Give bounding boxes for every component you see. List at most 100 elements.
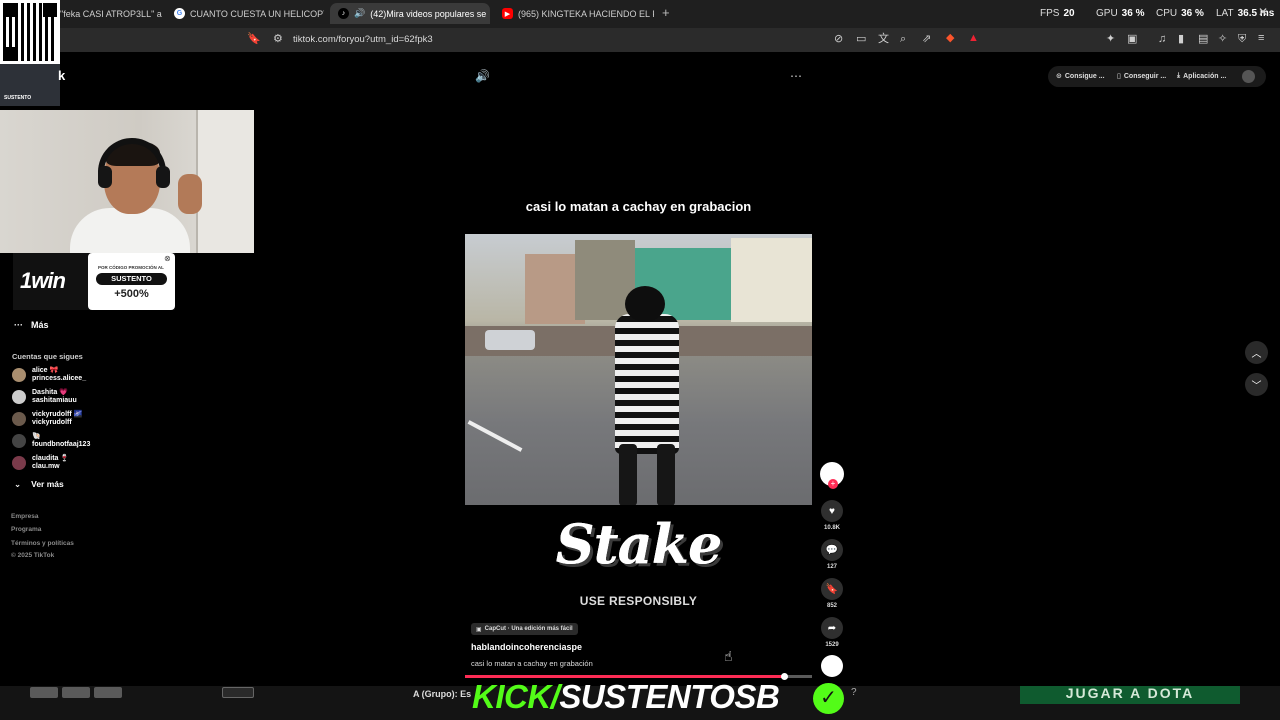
heart-icon: ♥ <box>821 500 843 522</box>
hand-cursor-icon: ☝ <box>724 648 733 664</box>
tab-1[interactable]: G CUANTO CUESTA UN HELICOPTERO <box>166 3 324 24</box>
new-tab-icon[interactable]: + <box>662 5 670 20</box>
url-text[interactable]: tiktok.com/foryou?utm_id=62fpk3 <box>293 34 433 45</box>
tab-3-label: (965) KINGTEKA HACIENDO EL PAPU <box>518 8 654 19</box>
comment-count: 127 <box>826 564 837 570</box>
sidebar-more[interactable]: ··· Más <box>14 320 49 330</box>
music-disc-button[interactable] <box>820 655 844 677</box>
share-count: 1529 <box>825 642 839 648</box>
tab-3[interactable]: ▶ (965) KINGTEKA HACIENDO EL PAPU <box>494 3 654 24</box>
brave-shield-icon[interactable]: ◆ <box>946 33 954 44</box>
taskbar-thumb <box>62 687 90 698</box>
comment-button[interactable]: 💬 127 <box>820 539 844 570</box>
following-account-3[interactable]: 🐚 foundbnotfaaj123 <box>12 433 90 449</box>
tiktok-icon: ♪ <box>338 8 349 19</box>
cpu-stat: CPU 36 % <box>1156 8 1204 19</box>
chevron-up-icon: ︿ <box>1251 349 1262 360</box>
footer-link-2[interactable]: Términos y políticas <box>11 540 74 547</box>
gpu-stat: GPU 36 % <box>1096 8 1145 19</box>
tab-0-label: "feka CASI ATROP3LL" a pe <box>60 8 162 19</box>
promo-label: POR CÓDIGO PROMOCIÓN AL <box>98 265 164 270</box>
like-count: 10.8K <box>823 525 840 531</box>
rewards-icon[interactable]: ▲ <box>968 33 979 44</box>
game-chat-line: A (Grupo): Es <box>413 689 472 699</box>
save-count: 852 <box>826 603 837 609</box>
download-icon: ⤓ <box>1177 72 1181 79</box>
follow-plus-icon[interactable]: + <box>828 479 838 489</box>
next-video-button[interactable]: ﹀ <box>1245 373 1268 396</box>
bookmark-icon[interactable]: 🔖 <box>247 34 261 45</box>
sidebar-icon[interactable]: ▮ <box>1178 34 1184 45</box>
avatar <box>12 390 26 404</box>
tab-bar: "feka CASI ATROP3LL" a pe G CUANTO CUEST… <box>0 0 1280 28</box>
google-icon: G <box>174 8 185 19</box>
get-coins-pill[interactable]: ⊙ Consigue ... <box>1056 68 1105 84</box>
qr-label: SUSTENTO <box>4 95 32 101</box>
translate-icon[interactable]: 文 <box>878 34 889 45</box>
music-disc-icon <box>821 655 843 677</box>
following-account-2[interactable]: vickyrudolff 🌌 vickyrudolff <box>12 411 82 427</box>
volume-icon[interactable]: 🔊 <box>475 70 490 82</box>
profile-avatar[interactable] <box>1242 70 1255 83</box>
comment-icon: 💬 <box>821 539 843 561</box>
extension-icon[interactable]: ✦ <box>1106 34 1115 45</box>
avatar <box>12 412 26 426</box>
video-caption: casi lo matan a cachay en grabacion <box>525 199 752 214</box>
youtube-icon: ▶ <box>502 8 513 19</box>
following-account-4[interactable]: claudita 🍷 clau.mw <box>12 455 69 471</box>
see-more-button[interactable]: ⌄ Ver más <box>14 479 64 490</box>
chevron-down-icon: ⌄ <box>14 479 22 489</box>
more-options-icon[interactable]: ⋯ <box>790 70 802 82</box>
tab-0[interactable]: "feka CASI ATROP3LL" a pe <box>52 3 162 24</box>
share-icon[interactable]: ⇗ <box>922 34 931 45</box>
webcam-overlay <box>0 110 254 253</box>
like-button[interactable]: ♥ 10.8K <box>820 500 844 531</box>
help-icon: ? <box>851 687 857 698</box>
onewin-logo: 1win <box>20 268 66 293</box>
music-icon[interactable]: ♫ <box>1158 34 1166 45</box>
address-bar: 🔖 ⚙ tiktok.com/foryou?utm_id=62fpk3 ⊘ ▭ … <box>0 28 1280 52</box>
window-close-icon[interactable]: ✕ <box>1258 6 1268 18</box>
following-header: Cuentas que sigues <box>12 352 83 361</box>
ai-icon[interactable]: ✧ <box>1218 34 1227 45</box>
app-pill[interactable]: ⤓ Aplicación ... <box>1177 68 1226 84</box>
previous-video-button[interactable]: ︿ <box>1245 341 1268 364</box>
menu-icon[interactable]: ≡ <box>1258 33 1264 44</box>
kick-handle: KICK/SUSTENTOSB <box>472 678 780 715</box>
speaker-icon[interactable]: 🔊 <box>354 8 365 19</box>
tab-2[interactable]: ♪ 🔊 (42)Mira videos populares se ✕ <box>330 3 490 24</box>
stake-logo: Stake <box>555 512 723 576</box>
qr-code <box>0 0 60 64</box>
bookmark-icon: 🔖 <box>821 578 843 600</box>
share-button[interactable]: ➦ 1529 <box>820 617 844 648</box>
promo-bonus: +500% <box>114 288 149 300</box>
following-account-0[interactable]: alice 🎀 princess.alicee_ <box>12 367 86 383</box>
video-author[interactable]: hablandoincoherenciaspe <box>471 642 582 652</box>
get-app-pill[interactable]: ▯ Conseguir ... <box>1117 68 1166 84</box>
footer-link-1[interactable]: Programa <box>11 526 41 533</box>
video-player[interactable] <box>465 234 812 505</box>
avatar <box>12 368 26 382</box>
following-account-1[interactable]: Dashita 💗 sashitamiauu <box>12 389 77 405</box>
close-icon[interactable]: ⊗ <box>164 254 171 263</box>
capcut-icon: ▣ <box>476 626 482 633</box>
taskbar-thumb <box>94 687 122 698</box>
coin-icon: ⊙ <box>1056 73 1062 80</box>
site-info-icon[interactable]: ⚙ <box>273 34 283 45</box>
wallet2-icon[interactable]: ▤ <box>1198 34 1208 45</box>
vpn-icon[interactable]: ⛨ <box>1238 34 1246 45</box>
taskbar-thumb <box>222 687 254 698</box>
footer-link-0[interactable]: Empresa <box>11 513 38 520</box>
stake-tagline: USE RESPONSIBLY <box>579 594 698 608</box>
video-description: casi lo matan a cachay en grabación <box>471 659 593 668</box>
cast-icon[interactable]: ▭ <box>856 34 866 45</box>
taskbar-thumb <box>30 687 58 698</box>
no-camera-icon[interactable]: ⊘ <box>834 34 843 45</box>
capcut-badge[interactable]: ▣ CapCut · Una edición más fácil <box>471 623 578 635</box>
zoom-icon[interactable]: ⌕ <box>900 34 906 45</box>
wallet-icon[interactable]: ▣ <box>1127 34 1137 45</box>
share-arrow-icon: ➦ <box>821 617 843 639</box>
creator-avatar-button[interactable]: + <box>820 462 844 489</box>
save-button[interactable]: 🔖 852 <box>820 578 844 609</box>
tab-2-label: (42)Mira videos populares se <box>370 8 487 19</box>
